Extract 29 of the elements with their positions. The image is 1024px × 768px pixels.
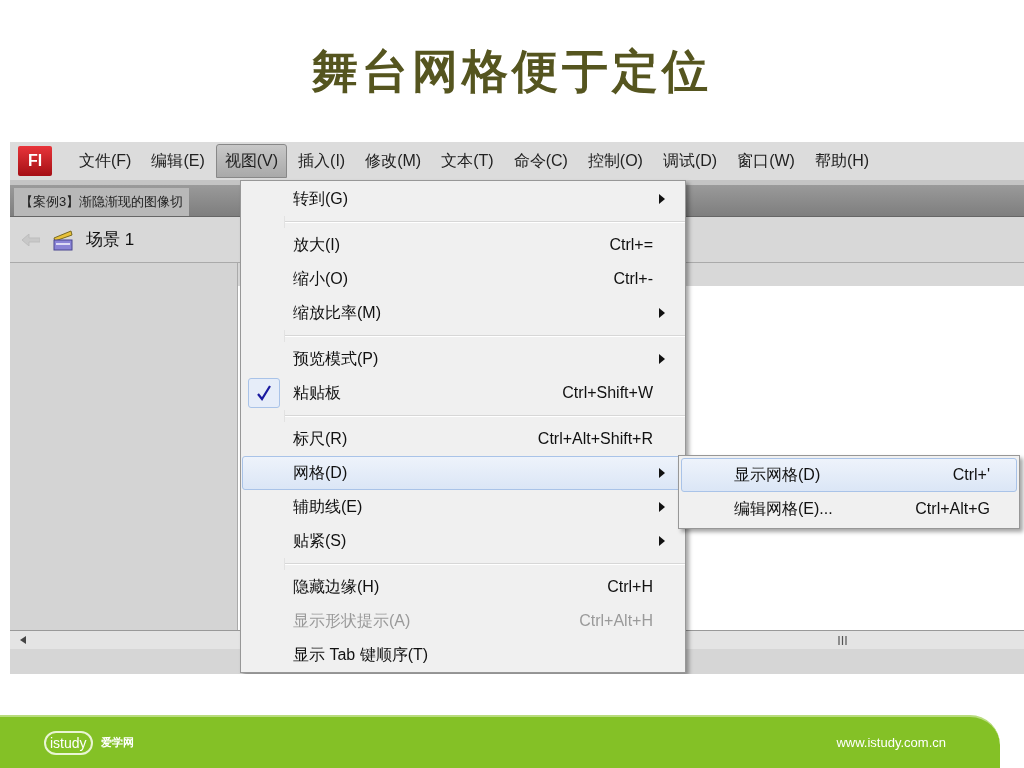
shortcut-label: Ctrl+- (613, 269, 653, 289)
menu-item-label: 网格(D) (293, 463, 349, 483)
menu-item-label: 显示形状提示(A) (293, 611, 412, 631)
shortcut-label: Ctrl+' (952, 465, 990, 485)
menu-item-label: 显示 Tab 键顺序(T) (293, 645, 430, 665)
footer-logo: istudy (44, 730, 93, 755)
app-logo: Fl (18, 146, 52, 176)
shortcut-label: Ctrl+= (609, 235, 653, 255)
menu-item-label: 缩小(O) (293, 269, 350, 289)
footer-url: www.istudy.com.cn (836, 733, 946, 752)
shortcut-label: Ctrl+Shift+W (562, 383, 653, 403)
shortcut-label: Ctrl+Alt+H (579, 611, 653, 631)
menu-item-label: 显示网格(D) (734, 465, 822, 485)
shortcut-label: Ctrl+Alt+G (915, 499, 990, 519)
menu-item-label: 转到(G) (293, 189, 350, 209)
footer-logo-caption: 爱学网 (100, 735, 134, 751)
scene-label: 场景 1 (86, 228, 135, 251)
menu-item-label: 预览模式(P) (293, 349, 380, 369)
menu-item-label: 放大(I) (293, 235, 342, 255)
menu-item-label: 标尺(R) (293, 429, 349, 449)
menu-item-label: 辅助线(E) (293, 497, 364, 517)
shortcut-label: Ctrl+H (607, 577, 653, 597)
menu-item-label: 贴紧(S) (293, 531, 348, 551)
menu-item-label: 隐藏边缘(H) (293, 577, 381, 597)
slide-title: 舞台网格便于定位 (312, 42, 712, 100)
menu-item-label: 粘贴板 (293, 383, 342, 403)
menu-item-label: 缩放比率(M) (293, 303, 382, 323)
menu-item-label: 编辑网格(E)... (734, 499, 834, 519)
shortcut-label: Ctrl+Alt+Shift+R (537, 429, 653, 449)
